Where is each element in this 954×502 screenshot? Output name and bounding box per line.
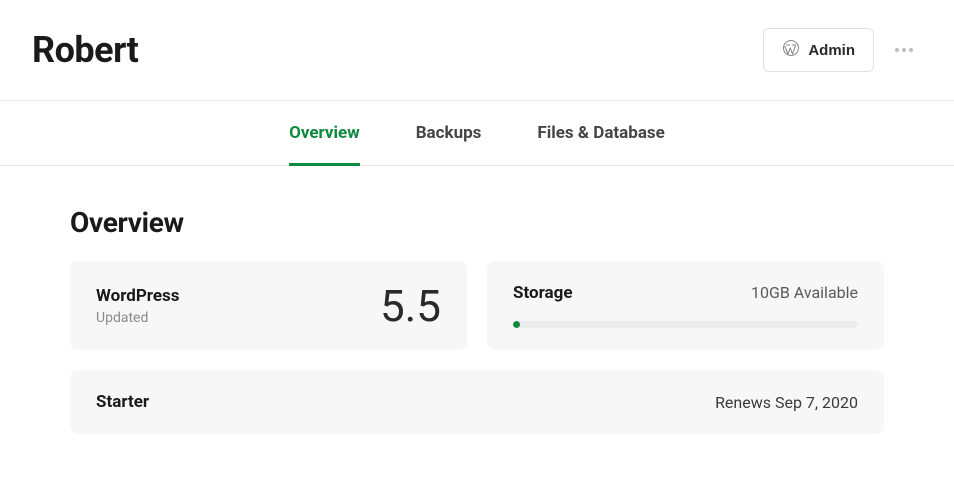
storage-progress-fill [513,321,520,328]
wordpress-card-left: WordPress Updated [96,286,180,326]
admin-button-label: Admin [808,42,855,59]
wordpress-card: WordPress Updated 5.5 [70,261,467,350]
plan-card: Starter Renews Sep 7, 2020 [70,370,884,434]
wordpress-status: Updated [96,310,180,326]
tab-backups[interactable]: Backups [416,101,482,165]
plan-name: Starter [96,392,149,412]
header-actions: Admin [763,28,922,72]
more-horizontal-icon [892,38,916,62]
cards-row-top: WordPress Updated 5.5 Storage 10GB Avail… [70,261,884,350]
wordpress-icon [782,39,800,61]
page-header: Robert Admin [0,0,954,101]
wordpress-version: 5.5 [380,284,441,328]
content: Overview WordPress Updated 5.5 Storage 1… [0,166,954,434]
tabs: Overview Backups Files & Database [0,101,954,166]
section-title: Overview [70,206,884,239]
wordpress-label: WordPress [96,286,180,306]
plan-renews: Renews Sep 7, 2020 [715,393,858,412]
storage-card-top: Storage 10GB Available [513,283,858,303]
admin-button[interactable]: Admin [763,28,874,72]
page-title: Robert [32,29,138,71]
tab-overview[interactable]: Overview [289,101,360,165]
storage-progress-bar [513,321,858,328]
more-button[interactable] [886,32,922,68]
tab-files-database[interactable]: Files & Database [537,101,664,165]
storage-card: Storage 10GB Available [487,261,884,350]
storage-available: 10GB Available [751,283,858,302]
storage-label: Storage [513,283,573,303]
